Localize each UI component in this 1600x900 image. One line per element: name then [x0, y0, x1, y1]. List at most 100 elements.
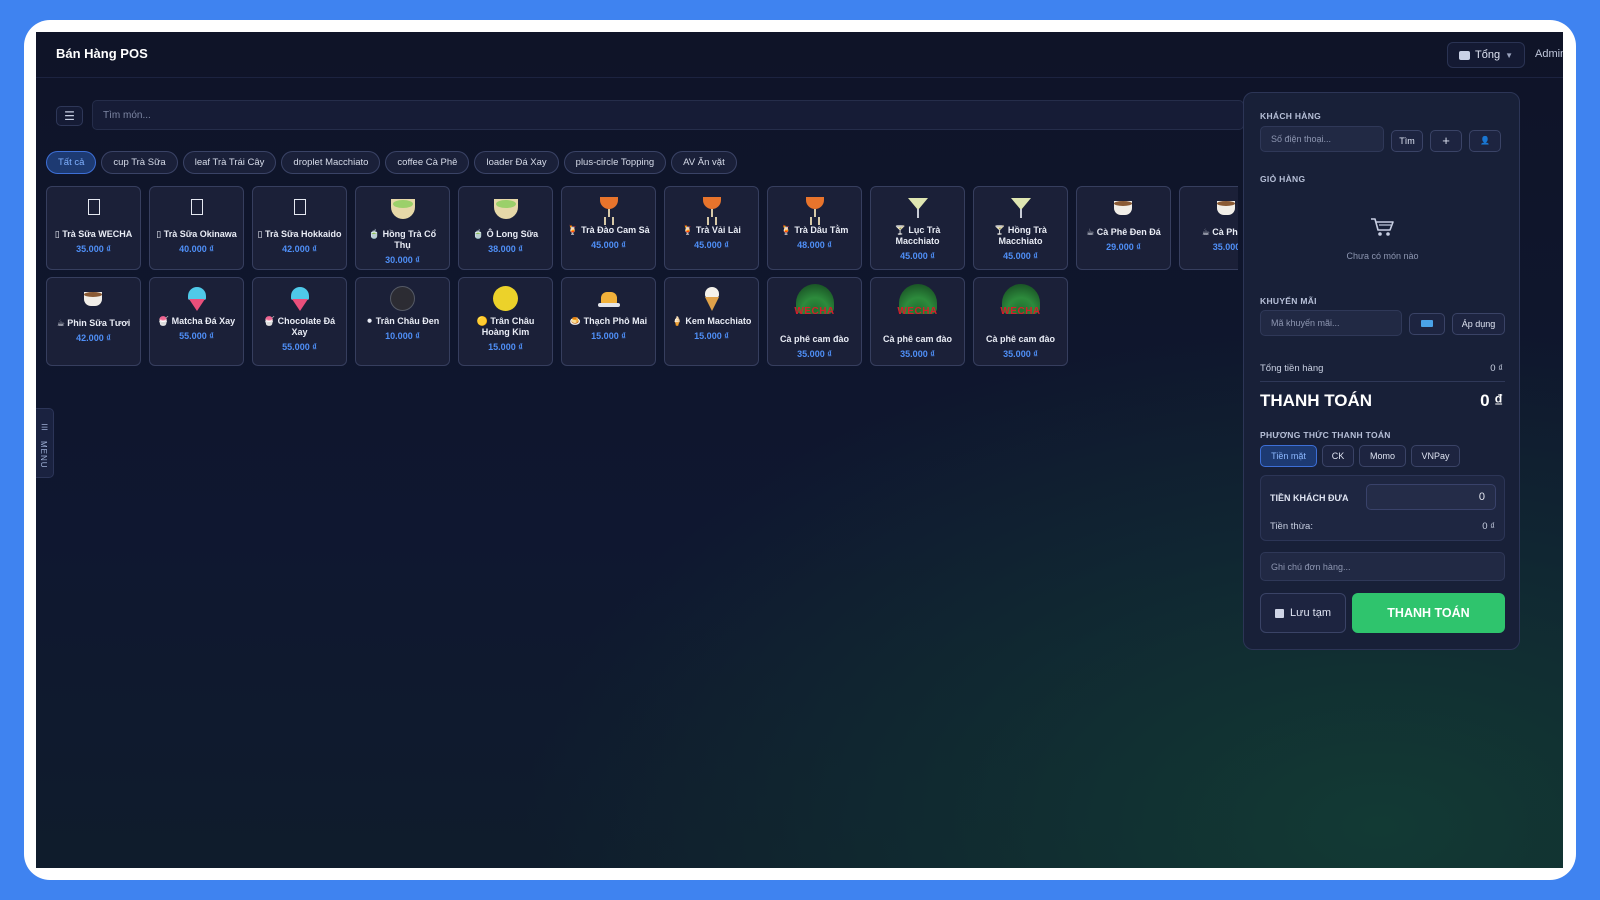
plus-icon: + [1442, 133, 1450, 148]
category-tab[interactable]: leaf Trà Trái Cây [182, 151, 277, 174]
product-price: 35.000 ₫ [797, 349, 832, 359]
product-price: 40.000 ₫ [179, 244, 214, 254]
tropical-drink-icon [802, 195, 828, 221]
product-card[interactable]: 🍦 Kem Macchiato 15.000 ₫ [664, 277, 759, 366]
change-label: Tiền thừa: [1270, 521, 1313, 532]
product-name: ☕ Phin Sữa Tươi [56, 318, 131, 328]
product-card[interactable]: 🍧 Matcha Đá Xay 55.000 ₫ [149, 277, 244, 366]
category-tab[interactable]: coffee Cà Phê [385, 151, 470, 174]
product-card[interactable]: 🍵 Ô Long Sữa 38.000 ₫ [458, 186, 553, 270]
total-label: THANH TOÁN [1260, 391, 1373, 410]
cash-box: TIỀN KHÁCH ĐƯA 0 Tiền thừa: 0 ₫ [1260, 475, 1505, 541]
product-card[interactable]: ☕ Cà Phê S 35.000 [1179, 186, 1238, 270]
coffee-cup-icon [1111, 197, 1137, 223]
order-note-input[interactable] [1260, 552, 1505, 581]
checkout-button[interactable]: THANH TOÁN [1352, 593, 1505, 633]
product-price: 10.000 ₫ [385, 331, 420, 341]
product-name: Cà phê cam đào [985, 334, 1056, 344]
coffee-cup-icon [1214, 197, 1239, 223]
product-price: 35.000 ₫ [1003, 349, 1038, 359]
product-card[interactable]: ☕ Cà Phê Đen Đá 29.000 ₫ [1076, 186, 1171, 270]
shopping-cart-icon [1369, 216, 1395, 238]
menu-drawer-tab[interactable]: ☰ MENU [36, 408, 54, 478]
apply-promo-button[interactable]: Áp dụng [1452, 313, 1505, 335]
product-card[interactable]: WECHA Cà phê cam đào 35.000 ₫ [870, 277, 965, 366]
payment-option-vnpay[interactable]: VNPay [1411, 445, 1460, 467]
wecha-logo-icon: WECHA [792, 284, 838, 326]
top-bar: Bán Hàng POS Tổng ▼ Admin [36, 32, 1563, 78]
product-card[interactable]: 🍧 Chocolate Đá Xay 55.000 ₫ [252, 277, 347, 366]
ice-cream-icon [699, 286, 725, 312]
find-customer-button[interactable]: Tìm [1391, 130, 1423, 152]
category-tab[interactable]: AV Ăn vặt [671, 151, 737, 174]
tropical-drink-icon [699, 195, 725, 221]
product-price: 45.000 ₫ [900, 251, 935, 261]
product-price: 30.000 ₫ [385, 255, 420, 265]
product-name: Cà phê cam đào [779, 334, 850, 344]
store-select[interactable]: Tổng ▼ [1447, 42, 1525, 68]
divider [1260, 381, 1505, 382]
payment-option-transfer[interactable]: CK [1322, 445, 1354, 467]
product-name: 🍮 Thạch Phô Mai [569, 316, 648, 326]
product-name: 🍦 Kem Macchiato [671, 316, 752, 326]
product-price: 45.000 ₫ [591, 240, 626, 250]
product-box-icon [184, 199, 210, 225]
product-price: 45.000 ₫ [1003, 251, 1038, 261]
product-name: 🍹 Trà Dâu Tằm [780, 225, 849, 235]
user-name[interactable]: Admin [1535, 48, 1563, 60]
product-price: 55.000 ₫ [282, 342, 317, 352]
product-price: 35.000 [1212, 242, 1238, 252]
product-card[interactable]: 🍵 Hồng Trà Cổ Thụ 30.000 ₫ [355, 186, 450, 270]
product-name: Cà phê cam đào [882, 334, 953, 344]
save-icon [1275, 608, 1284, 618]
app-title: Bán Hàng POS [56, 46, 148, 61]
save-draft-button[interactable]: Lưu tạm [1260, 593, 1346, 633]
product-name: 🟡 Trân Châu Hoàng Kim [476, 316, 535, 337]
payment-option-momo[interactable]: Momo [1359, 445, 1406, 467]
promo-code-input[interactable] [1260, 310, 1402, 336]
tropical-drink-icon [596, 195, 622, 221]
category-tabs: Tất cả cup Trà Sữa leaf Trà Trái Cây dro… [46, 151, 737, 174]
product-card[interactable]: WECHA Cà phê cam đào 35.000 ₫ [767, 277, 862, 366]
product-card[interactable]: 🍸 Hồng Trà Macchiato 45.000 ₫ [973, 186, 1068, 270]
product-box-icon [81, 199, 107, 225]
phone-input[interactable] [1260, 126, 1384, 152]
product-name: 🍸 Lục Trà Macchiato [894, 225, 941, 246]
search-input[interactable] [92, 100, 1244, 130]
product-price: 29.000 ₫ [1106, 242, 1141, 252]
category-tab[interactable]: cup Trà Sữa [101, 151, 178, 174]
product-card[interactable]: ☕ Phin Sữa Tươi 42.000 ₫ [46, 277, 141, 366]
category-tab[interactable]: Tất cả [46, 151, 97, 174]
category-tab[interactable]: plus-circle Topping [563, 151, 667, 174]
hamburger-menu-button[interactable]: ☰ [56, 106, 83, 126]
wecha-logo-icon: WECHA [998, 284, 1044, 326]
customer-profile-button[interactable]: 👤 [1469, 130, 1501, 152]
product-card[interactable]: 🍸 Lục Trà Macchiato 45.000 ₫ [870, 186, 965, 270]
store-select-label: Tổng [1475, 49, 1501, 61]
product-card[interactable]: ▯ Trà Sữa WECHA 35.000 ₫ [46, 186, 141, 270]
product-price: 38.000 ₫ [488, 244, 523, 254]
category-tab[interactable]: loader Đá Xay [474, 151, 559, 174]
product-card[interactable]: 🟡 Trân Châu Hoàng Kim 15.000 ₫ [458, 277, 553, 366]
product-card[interactable]: WECHA Cà phê cam đào 35.000 ₫ [973, 277, 1068, 366]
product-card[interactable]: ⚫ Trân Châu Đen 10.000 ₫ [355, 277, 450, 366]
category-tab[interactable]: droplet Macchiato [281, 151, 381, 174]
chevron-down-icon: ▼ [1505, 50, 1513, 60]
coffee-cup-icon [81, 288, 107, 314]
product-card[interactable]: 🍹 Trà Đào Cam Sả 45.000 ₫ [561, 186, 656, 270]
product-price: 42.000 ₫ [282, 244, 317, 254]
pos-app: Bán Hàng POS Tổng ▼ Admin ☰ Tất cả cup T… [36, 32, 1563, 868]
product-card[interactable]: 🍮 Thạch Phô Mai 15.000 ₫ [561, 277, 656, 366]
wecha-logo-icon: WECHA [895, 284, 941, 326]
cash-given-input[interactable]: 0 [1366, 484, 1496, 510]
shaved-ice-icon [184, 286, 210, 312]
product-card[interactable]: ▯ Trà Sữa Hokkaido 42.000 ₫ [252, 186, 347, 270]
cocktail-icon [1008, 195, 1034, 221]
product-card[interactable]: 🍹 Trà Vải Lài 45.000 ₫ [664, 186, 759, 270]
product-card[interactable]: ▯ Trà Sữa Okinawa 40.000 ₫ [149, 186, 244, 270]
scan-promo-button[interactable] [1409, 313, 1445, 335]
product-card[interactable]: 🍹 Trà Dâu Tằm 48.000 ₫ [767, 186, 862, 270]
payment-option-cash[interactable]: Tiền mặt [1260, 445, 1317, 467]
shaved-ice-icon [287, 286, 313, 312]
add-customer-button[interactable]: + [1430, 130, 1462, 152]
